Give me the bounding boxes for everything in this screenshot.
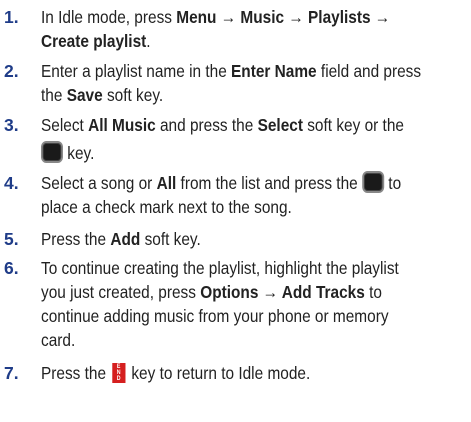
- text: from the list and press the: [176, 173, 363, 193]
- text: you just created, press: [41, 282, 201, 302]
- text: To continue creating the playlist, highl…: [41, 258, 399, 278]
- text: continue adding music from your phone or…: [41, 306, 389, 326]
- text: soft key.: [102, 85, 164, 105]
- soft-key-name: Select: [257, 115, 303, 135]
- step-text: Press the END key to return to Idle mode…: [41, 361, 415, 385]
- text: soft key.: [140, 229, 201, 249]
- step-number: 2.: [4, 61, 19, 81]
- step-number: 3.: [4, 115, 19, 135]
- menu-item: Create playlist: [41, 31, 147, 51]
- step-text: Select a song or All from the list and p…: [41, 171, 415, 219]
- step-text: Select All Music and press the Select so…: [41, 113, 415, 165]
- text: to: [384, 173, 402, 193]
- step-text: Enter a playlist name in the Enter Name …: [41, 59, 421, 107]
- option-name: All: [156, 173, 177, 193]
- menu-path: Menu → Music → Playlists →: [176, 7, 391, 27]
- text: Press the: [41, 229, 111, 249]
- step-number: 4.: [4, 173, 19, 193]
- text: field and press: [316, 61, 422, 81]
- text: key to return to Idle mode.: [127, 363, 311, 383]
- step-text: To continue creating the playlist, highl…: [41, 256, 415, 352]
- select-key-icon: [41, 141, 63, 163]
- step-text: In Idle mode, press Menu → Music → Playl…: [41, 5, 415, 53]
- text: Select: [41, 115, 89, 135]
- step-number: 1.: [4, 7, 19, 27]
- text: and press the: [155, 115, 258, 135]
- text: Select a song or: [41, 173, 157, 193]
- select-key-icon: [362, 171, 385, 193]
- text: key.: [63, 143, 95, 163]
- text: soft key or the: [302, 115, 404, 135]
- step-number: 7.: [4, 363, 19, 383]
- soft-key-name: Add: [110, 229, 141, 249]
- text: .: [146, 31, 151, 51]
- step-text: Press the Add soft key.: [41, 227, 415, 251]
- text: Enter a playlist name in the: [41, 61, 232, 81]
- menu-path: Options → Add Tracks: [200, 282, 365, 302]
- text: Press the: [41, 363, 111, 383]
- text: card.: [41, 330, 76, 350]
- text: the: [41, 85, 67, 105]
- field-name: Enter Name: [231, 61, 317, 81]
- end-key-icon: END: [112, 363, 126, 383]
- menu-item: All Music: [88, 115, 156, 135]
- text: In Idle mode, press: [41, 7, 177, 27]
- text: place a check mark next to the song.: [41, 197, 292, 217]
- text: to: [364, 282, 382, 302]
- soft-key-name: Save: [66, 85, 103, 105]
- step-number: 6.: [4, 258, 19, 278]
- step-number: 5.: [4, 229, 19, 249]
